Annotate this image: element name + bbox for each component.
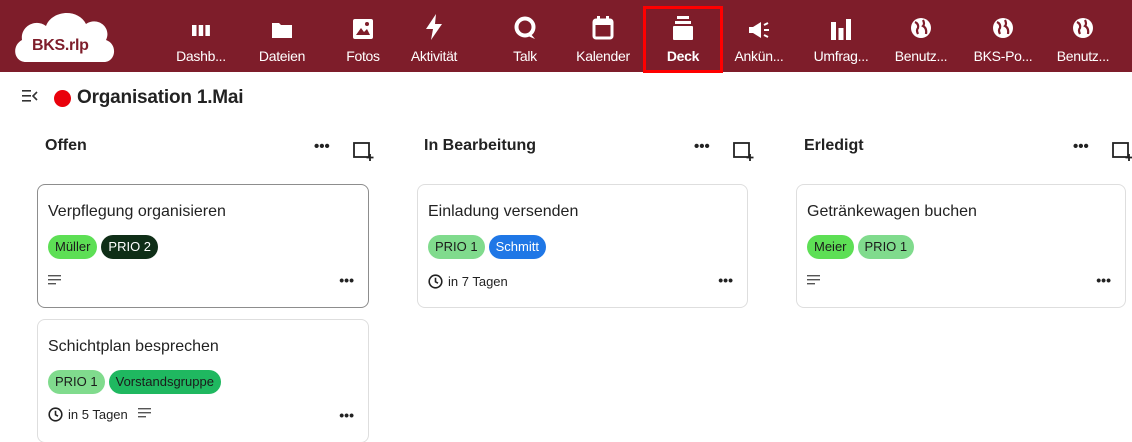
card-footer: in 7 Tagen <box>428 274 518 289</box>
label-tag: Vorstandsgruppe <box>108 370 221 394</box>
card-menu-button[interactable]: ••• <box>1096 272 1111 288</box>
stack-menu-button[interactable]: ••• <box>314 138 330 155</box>
due-date-text: in 7 Tagen <box>448 274 508 289</box>
top-navigation-bar: BKS.rlp Dashb... Dateien Fotos Aktivität… <box>0 0 1132 73</box>
card-einladung-versenden[interactable]: Einladung versenden PRIO 1 Schmitt in 7 … <box>417 184 748 308</box>
active-app-highlight <box>643 6 723 73</box>
card-labels: PRIO 1 Schmitt <box>428 235 546 259</box>
folder-icon <box>271 4 293 40</box>
cloud-logo-icon <box>15 12 115 62</box>
app-ankuendigungen[interactable]: Ankün... <box>726 4 792 70</box>
lightning-icon <box>425 4 443 40</box>
card-getraenkewagen-buchen[interactable]: Getränkewagen buchen Meier PRIO 1 ••• <box>796 184 1126 308</box>
globe-icon <box>909 4 933 40</box>
navigation-toggle-icon[interactable] <box>22 89 38 108</box>
card-title: Schichtplan besprechen <box>48 338 219 355</box>
app-label: Dateien <box>258 48 306 64</box>
app-label: Fotos <box>346 48 380 64</box>
app-label: Dashb... <box>176 48 226 64</box>
globe-icon <box>1071 4 1095 40</box>
board-header: Organisation 1.Mai <box>22 86 244 110</box>
app-benutzer-2[interactable]: Benutz... <box>1046 4 1120 70</box>
app-aktivitaet[interactable]: Aktivität <box>405 4 463 70</box>
app-label: BKS-Po... <box>973 48 1033 64</box>
card-labels: Müller PRIO 2 <box>48 235 159 259</box>
card-footer <box>807 274 821 289</box>
label-tag: Meier <box>807 235 854 259</box>
stack-title-in-bearbeitung: In Bearbeitung <box>424 137 537 154</box>
due-date-text: in 5 Tagen <box>68 407 128 422</box>
card-menu-button[interactable]: ••• <box>339 272 354 288</box>
description-icon <box>137 407 152 422</box>
app-dateien[interactable]: Dateien <box>253 4 311 70</box>
label-tag: Schmitt <box>488 235 546 259</box>
card-labels: Meier PRIO 1 <box>807 235 915 259</box>
app-fotos[interactable]: Fotos <box>337 4 389 70</box>
app-label: Talk <box>513 48 537 64</box>
megaphone-icon <box>747 4 771 40</box>
label-tag: PRIO 1 <box>48 370 105 394</box>
bks-logo[interactable]: BKS.rlp <box>12 6 124 66</box>
app-dashboard[interactable]: Dashb... <box>165 4 237 70</box>
app-label: Benutz... <box>1056 48 1110 64</box>
board-title: Organisation 1.Mai <box>77 87 244 108</box>
card-title: Einladung versenden <box>428 203 579 220</box>
card-title: Verpflegung organisieren <box>48 203 226 220</box>
stack-menu-button[interactable]: ••• <box>694 138 710 155</box>
calendar-icon <box>592 4 614 40</box>
description-icon <box>48 274 62 289</box>
add-card-icon[interactable] <box>1112 141 1132 166</box>
card-schichtplan-besprechen[interactable]: Schichtplan besprechen PRIO 1 Vorstandsg… <box>37 319 369 442</box>
stack-title-offen: Offen <box>45 137 87 154</box>
card-labels: PRIO 1 Vorstandsgruppe <box>48 370 221 394</box>
dashboard-icon <box>191 4 211 40</box>
clock-icon <box>48 407 63 422</box>
globe-icon <box>991 4 1015 40</box>
poll-icon <box>830 4 852 40</box>
label-tag: Müller <box>48 235 98 259</box>
stack-title-erledigt: Erledigt <box>804 137 864 154</box>
app-umfragen[interactable]: Umfrag... <box>804 4 878 70</box>
app-label: Umfrag... <box>813 48 869 64</box>
talk-icon <box>513 4 537 40</box>
app-kalender[interactable]: Kalender <box>567 4 639 70</box>
clock-icon <box>428 274 443 289</box>
label-tag: PRIO 2 <box>101 235 159 259</box>
card-footer <box>48 274 62 289</box>
label-tag: PRIO 1 <box>428 235 485 259</box>
label-tag: PRIO 1 <box>857 235 915 259</box>
card-menu-button[interactable]: ••• <box>718 272 733 288</box>
app-label: Benutz... <box>894 48 948 64</box>
app-label: Kalender <box>576 48 630 64</box>
add-card-icon[interactable] <box>733 141 755 166</box>
add-card-icon[interactable] <box>353 141 375 166</box>
board-color-dot <box>54 89 71 107</box>
description-icon <box>807 274 821 289</box>
due-date: in 5 Tagen <box>48 407 128 422</box>
card-title: Getränkewagen buchen <box>807 203 977 220</box>
app-benutzer-1[interactable]: Benutz... <box>884 4 958 70</box>
app-label: Aktivität <box>410 48 458 64</box>
app-bks-portal[interactable]: BKS-Po... <box>964 4 1042 70</box>
due-date: in 7 Tagen <box>428 274 508 289</box>
app-talk[interactable]: Talk <box>505 4 545 70</box>
card-footer: in 5 Tagen <box>48 407 152 422</box>
image-icon <box>352 4 374 40</box>
card-menu-button[interactable]: ••• <box>339 407 354 423</box>
stack-menu-button[interactable]: ••• <box>1073 138 1089 155</box>
app-label: Ankün... <box>734 48 784 64</box>
logo-text: BKS.rlp <box>32 37 89 54</box>
card-verpflegung-organisieren[interactable]: Verpflegung organisieren Müller PRIO 2 •… <box>37 184 369 308</box>
